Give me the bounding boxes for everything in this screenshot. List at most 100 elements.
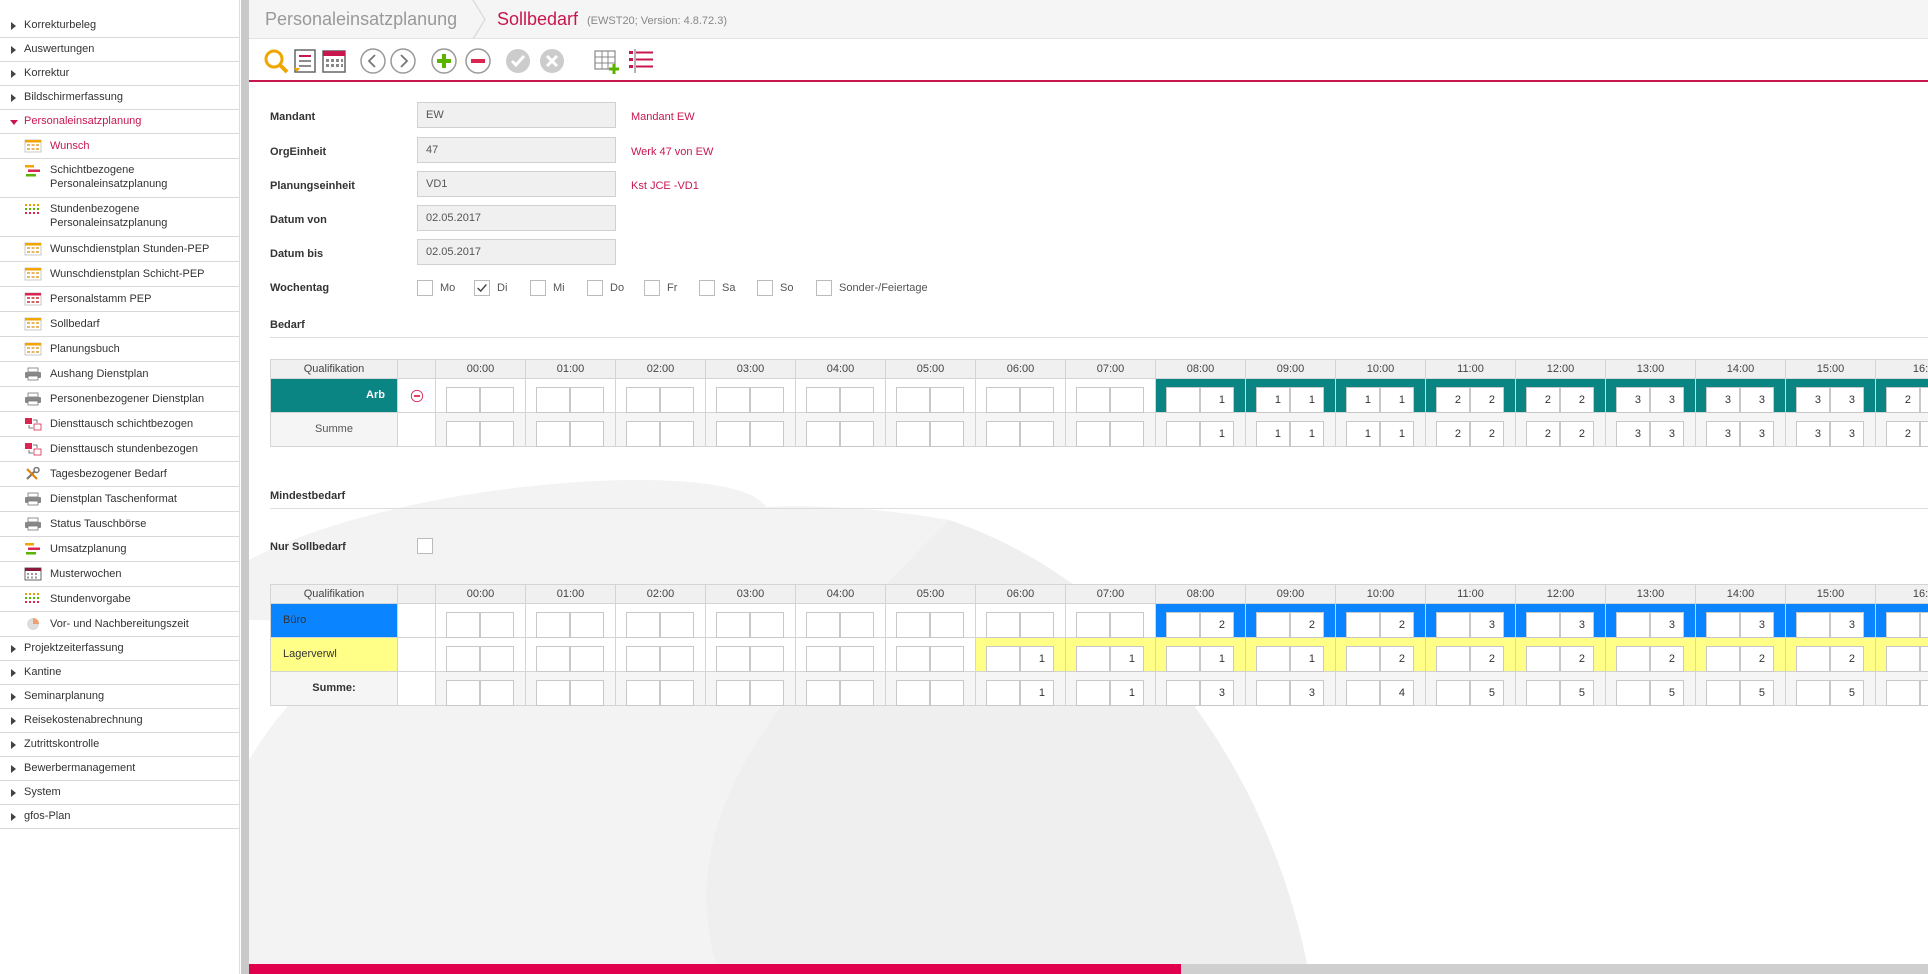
required-input[interactable]: 5 bbox=[1560, 680, 1594, 706]
planned-input[interactable] bbox=[1076, 612, 1110, 638]
required-input[interactable]: 2 bbox=[1470, 421, 1504, 447]
planned-input[interactable] bbox=[536, 387, 570, 413]
planned-input[interactable] bbox=[1616, 646, 1650, 672]
nav-section-zutrittskontrolle[interactable]: Zutrittskontrolle bbox=[0, 733, 239, 757]
sidebar-item-personalstamm-pep[interactable]: Personalstamm PEP bbox=[0, 287, 239, 312]
required-input[interactable]: 5 bbox=[1470, 680, 1504, 706]
planned-input[interactable] bbox=[896, 421, 930, 447]
mandant-field[interactable]: EW bbox=[417, 102, 616, 128]
required-input[interactable]: 1 bbox=[1380, 387, 1414, 413]
sidebar-item-stundenbezogene[interactable]: Stundenbezogene Personaleinsatzplanung bbox=[0, 198, 239, 237]
sidebar-item-planungsbuch[interactable]: Planungsbuch bbox=[0, 337, 239, 362]
required-input[interactable] bbox=[840, 387, 874, 413]
weekday-checkbox-di[interactable] bbox=[474, 280, 490, 296]
required-input[interactable]: 2 bbox=[1200, 612, 1234, 638]
planned-input[interactable] bbox=[1346, 680, 1380, 706]
planned-input[interactable]: 1 bbox=[1346, 421, 1380, 447]
required-input[interactable] bbox=[1920, 612, 1928, 638]
planned-input[interactable] bbox=[1436, 612, 1470, 638]
planned-input[interactable] bbox=[626, 646, 660, 672]
required-input[interactable] bbox=[1920, 387, 1928, 413]
planned-input[interactable] bbox=[1166, 387, 1200, 413]
required-input[interactable]: 3 bbox=[1830, 387, 1864, 413]
table-list-icon[interactable] bbox=[627, 47, 655, 75]
planned-input[interactable] bbox=[1436, 646, 1470, 672]
planned-input[interactable] bbox=[806, 612, 840, 638]
nav-section-reisekostenabrechnung[interactable]: Reisekostenabrechnung bbox=[0, 709, 239, 733]
planned-input[interactable] bbox=[446, 612, 480, 638]
required-input[interactable] bbox=[570, 646, 604, 672]
required-input[interactable] bbox=[1110, 387, 1144, 413]
required-input[interactable] bbox=[1110, 421, 1144, 447]
required-input[interactable] bbox=[750, 421, 784, 447]
required-input[interactable]: 2 bbox=[1650, 646, 1684, 672]
breadcrumb-parent[interactable]: Personaleinsatzplanung bbox=[265, 9, 457, 30]
sidebar-item-aushang-dienstplan[interactable]: Aushang Dienstplan bbox=[0, 362, 239, 387]
planned-input[interactable] bbox=[626, 612, 660, 638]
sidebar-item-dienstplan-taschenformat[interactable]: Dienstplan Taschenformat bbox=[0, 487, 239, 512]
planned-input[interactable] bbox=[446, 680, 480, 706]
planned-input[interactable] bbox=[1616, 612, 1650, 638]
required-input[interactable] bbox=[840, 612, 874, 638]
datum-von-field[interactable]: 02.05.2017 bbox=[417, 205, 616, 231]
planned-input[interactable] bbox=[986, 646, 1020, 672]
planned-input[interactable] bbox=[806, 680, 840, 706]
planned-input[interactable] bbox=[1796, 646, 1830, 672]
weekday-checkbox-so[interactable] bbox=[757, 280, 773, 296]
confirm-icon[interactable] bbox=[504, 47, 532, 75]
required-input[interactable] bbox=[570, 612, 604, 638]
required-input[interactable]: 3 bbox=[1290, 680, 1324, 706]
nav-section-gfos-plan[interactable]: gfos-Plan bbox=[0, 805, 239, 829]
planned-input[interactable] bbox=[1526, 612, 1560, 638]
planned-input[interactable] bbox=[1346, 612, 1380, 638]
weekday-checkbox-mo[interactable] bbox=[417, 280, 433, 296]
calendar-icon[interactable] bbox=[320, 47, 348, 75]
planned-input[interactable] bbox=[1886, 646, 1920, 672]
planned-input[interactable] bbox=[1526, 680, 1560, 706]
planned-input[interactable] bbox=[1076, 646, 1110, 672]
required-input[interactable] bbox=[930, 421, 964, 447]
nav-section-seminarplanung[interactable]: Seminarplanung bbox=[0, 685, 239, 709]
planned-input[interactable] bbox=[1256, 646, 1290, 672]
required-input[interactable] bbox=[1920, 421, 1928, 447]
required-input[interactable] bbox=[480, 387, 514, 413]
required-input[interactable]: 1 bbox=[1020, 646, 1054, 672]
planned-input[interactable] bbox=[716, 646, 750, 672]
required-input[interactable] bbox=[660, 646, 694, 672]
planned-input[interactable] bbox=[1166, 612, 1200, 638]
required-input[interactable] bbox=[660, 612, 694, 638]
sidebar-item-status-tauschb-rse[interactable]: Status Tauschbörse bbox=[0, 512, 239, 537]
required-input[interactable] bbox=[1020, 421, 1054, 447]
cancel-icon[interactable] bbox=[538, 47, 566, 75]
required-input[interactable] bbox=[930, 387, 964, 413]
weekday-checkbox-do[interactable] bbox=[587, 280, 603, 296]
weekday-checkbox-sonder-feiertage[interactable] bbox=[816, 280, 832, 296]
required-input[interactable] bbox=[750, 680, 784, 706]
planned-input[interactable]: 1 bbox=[1256, 421, 1290, 447]
required-input[interactable] bbox=[840, 646, 874, 672]
required-input[interactable]: 4 bbox=[1380, 680, 1414, 706]
planned-input[interactable] bbox=[1526, 646, 1560, 672]
planned-input[interactable]: 2 bbox=[1526, 421, 1560, 447]
required-input[interactable] bbox=[930, 612, 964, 638]
required-input[interactable]: 5 bbox=[1740, 680, 1774, 706]
prev-icon[interactable] bbox=[359, 47, 387, 75]
planned-input[interactable]: 2 bbox=[1886, 421, 1920, 447]
required-input[interactable]: 3 bbox=[1560, 612, 1594, 638]
planned-input[interactable] bbox=[986, 612, 1020, 638]
required-input[interactable]: 3 bbox=[1650, 612, 1684, 638]
planned-input[interactable] bbox=[1796, 680, 1830, 706]
planned-input[interactable] bbox=[1166, 421, 1200, 447]
planned-input[interactable] bbox=[986, 680, 1020, 706]
required-input[interactable] bbox=[750, 612, 784, 638]
required-input[interactable]: 1 bbox=[1020, 680, 1054, 706]
planned-input[interactable] bbox=[446, 421, 480, 447]
sidebar-item-personenbezogener-dienstplan[interactable]: Personenbezogener Dienstplan bbox=[0, 387, 239, 412]
required-input[interactable] bbox=[1020, 612, 1054, 638]
required-input[interactable] bbox=[570, 680, 604, 706]
required-input[interactable]: 1 bbox=[1290, 387, 1324, 413]
required-input[interactable]: 3 bbox=[1740, 387, 1774, 413]
required-input[interactable] bbox=[570, 421, 604, 447]
sidebar-scrollbar[interactable] bbox=[241, 0, 249, 974]
nav-section-auswertungen[interactable]: Auswertungen bbox=[0, 38, 239, 62]
